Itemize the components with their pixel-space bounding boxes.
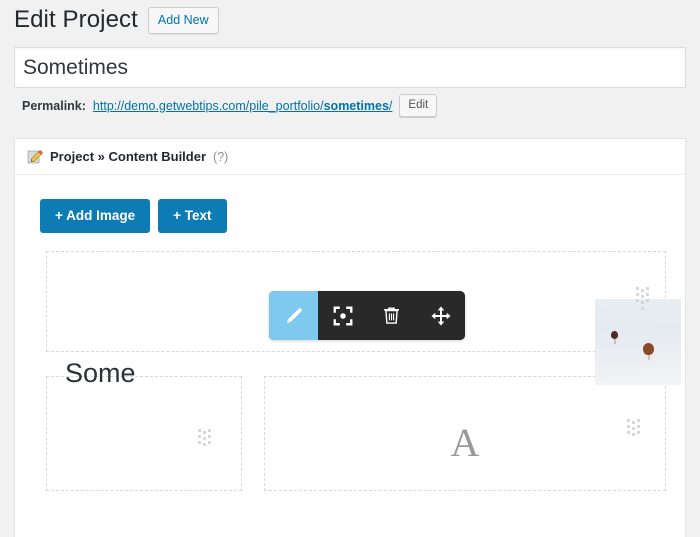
permalink-link[interactable]: http://demo.getwebtips.com/pile_portfoli…	[93, 99, 392, 113]
builder-action-buttons: + Add Image + Text	[40, 199, 673, 233]
text-resize-handle-icon[interactable]	[198, 429, 211, 450]
builder-row-text: Some A	[27, 358, 673, 491]
builder-canvas: Some A	[27, 251, 681, 491]
permalink-edit-button[interactable]: Edit	[399, 94, 438, 117]
balloon-shape	[643, 343, 654, 355]
text-element-content[interactable]: Some	[65, 357, 136, 389]
element-toolbar	[269, 291, 465, 340]
text-element-slot-right[interactable]: A	[264, 376, 666, 491]
text-element-slot-left[interactable]: Some	[46, 358, 242, 491]
element-move-button[interactable]	[416, 291, 465, 340]
add-image-button[interactable]: + Add Image	[40, 199, 151, 233]
element-delete-button[interactable]	[367, 291, 416, 340]
permalink-label: Permalink:	[22, 98, 86, 113]
element-crop-button[interactable]	[318, 291, 367, 340]
trash-icon	[381, 305, 402, 326]
permalink-slug: sometimes	[323, 98, 389, 113]
text-placeholder-glyph: A	[450, 420, 480, 465]
permalink-prefix: http://demo.getwebtips.com/pile_portfoli…	[92, 98, 324, 113]
metabox-body: + Add Image + Text Some A	[15, 175, 685, 537]
metabox-title: Project » Content Builder	[50, 148, 207, 164]
post-title-field-wrap	[14, 47, 686, 88]
page-title: Edit Project	[14, 6, 138, 33]
balloon-shape	[611, 331, 618, 339]
add-new-button[interactable]: Add New	[147, 6, 219, 34]
pencil-icon	[27, 149, 43, 165]
add-text-button[interactable]: + Text	[158, 199, 227, 233]
builder-row-image	[27, 251, 681, 385]
image-element-thumbnail[interactable]	[595, 299, 681, 385]
post-title-input[interactable]	[14, 47, 686, 88]
wordpress-edit-project-page: Edit Project Add New Permalink: http://d…	[0, 0, 700, 537]
permalink-row: Permalink: http://demo.getwebtips.com/pi…	[22, 94, 438, 117]
metabox-help-link[interactable]: (?)	[213, 150, 228, 164]
image-resize-handle-icon[interactable]	[636, 287, 649, 310]
text-resize-handle-icon[interactable]	[627, 419, 640, 440]
move-arrows-icon	[430, 305, 452, 327]
pencil-icon	[283, 305, 305, 327]
page-header: Edit Project Add New	[14, 4, 219, 36]
content-builder-metabox: Project » Content Builder (?) + Add Imag…	[14, 138, 686, 537]
permalink-suffix: /	[388, 98, 393, 113]
element-edit-button[interactable]	[269, 291, 318, 340]
metabox-header[interactable]: Project » Content Builder (?)	[15, 139, 685, 175]
focus-crosshair-icon	[332, 305, 354, 327]
